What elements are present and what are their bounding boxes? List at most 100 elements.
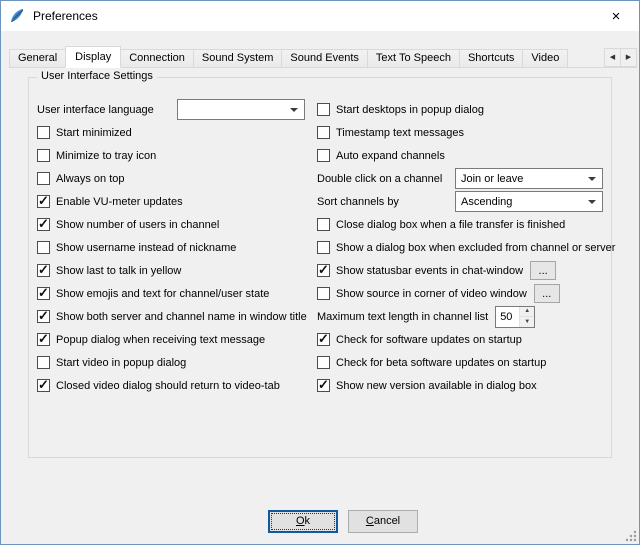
checkbox-show-new-version-dialog[interactable]: Show new version available in dialog box bbox=[317, 379, 537, 392]
checkbox-label: Auto expand channels bbox=[336, 150, 445, 162]
checkbox-box-icon bbox=[317, 264, 330, 277]
checkbox-label: Show a dialog box when excluded from cha… bbox=[336, 242, 615, 254]
checkbox-label: Check for beta software updates on start… bbox=[336, 357, 546, 369]
double-click-row: Double click on a channel Join or leave bbox=[317, 167, 603, 190]
checkbox-timestamp-text-messages[interactable]: Timestamp text messages bbox=[317, 126, 464, 139]
chevron-down-icon bbox=[290, 108, 298, 112]
checkbox-box-icon bbox=[317, 218, 330, 231]
tab-scroll-left-button[interactable]: ◀ bbox=[604, 48, 621, 67]
spinner-buttons: ▲ ▼ bbox=[519, 307, 534, 327]
checkbox-label: Enable VU-meter updates bbox=[56, 196, 183, 208]
checkbox-show-emojis-and-text[interactable]: Show emojis and text for channel/user st… bbox=[37, 287, 269, 300]
settings-columns: User interface language Start minimized … bbox=[37, 98, 603, 397]
checkbox-enable-vu-meter-updates[interactable]: Enable VU-meter updates bbox=[37, 195, 183, 208]
checkbox-box-icon bbox=[37, 287, 50, 300]
checkbox-box-icon bbox=[37, 241, 50, 254]
language-row: User interface language bbox=[37, 98, 305, 121]
app-feather-icon bbox=[9, 8, 25, 24]
checkbox-show-number-of-users[interactable]: Show number of users in channel bbox=[37, 218, 219, 231]
checkbox-show-dialog-when-excluded[interactable]: Show a dialog box when excluded from cha… bbox=[317, 241, 615, 254]
language-combobox[interactable] bbox=[177, 99, 305, 120]
double-click-combobox[interactable]: Join or leave bbox=[455, 168, 603, 189]
tab-scroll-right-button[interactable]: ▶ bbox=[620, 48, 637, 67]
checkbox-box-icon bbox=[317, 356, 330, 369]
max-text-length-row: Maximum text length in channel list 50 ▲… bbox=[317, 305, 603, 328]
chevron-down-icon bbox=[588, 177, 596, 181]
video-source-row: Show source in corner of video window ..… bbox=[317, 282, 603, 305]
tab-connection[interactable]: Connection bbox=[120, 49, 194, 68]
checkbox-label: Closed video dialog should return to vid… bbox=[56, 380, 280, 392]
checkbox-box-icon bbox=[317, 126, 330, 139]
spinner-up-button[interactable]: ▲ bbox=[519, 307, 534, 317]
checkbox-box-icon bbox=[37, 264, 50, 277]
spinner-down-button[interactable]: ▼ bbox=[519, 316, 534, 327]
checkbox-start-video-in-popup[interactable]: Start video in popup dialog bbox=[37, 356, 186, 369]
checkbox-show-last-to-talk-in-yellow[interactable]: Show last to talk in yellow bbox=[37, 264, 181, 277]
checkbox-label: Popup dialog when receiving text message bbox=[56, 334, 265, 346]
statusbar-events-row: Show statusbar events in chat-window ... bbox=[317, 259, 603, 282]
checkbox-closed-video-return-to-tab[interactable]: Closed video dialog should return to vid… bbox=[37, 379, 280, 392]
checkbox-show-statusbar-events[interactable]: Show statusbar events in chat-window bbox=[317, 264, 523, 277]
checkbox-start-minimized[interactable]: Start minimized bbox=[37, 126, 132, 139]
checkbox-box-icon bbox=[317, 379, 330, 392]
window-title: Preferences bbox=[33, 9, 98, 23]
tab-display[interactable]: Display bbox=[65, 46, 121, 68]
max-text-length-label: Maximum text length in channel list bbox=[317, 311, 488, 323]
checkbox-popup-dialog-text-message[interactable]: Popup dialog when receiving text message bbox=[37, 333, 265, 346]
tab-sound-system[interactable]: Sound System bbox=[193, 49, 283, 68]
sort-channels-combobox[interactable]: Ascending bbox=[455, 191, 603, 212]
tab-text-to-speech[interactable]: Text To Speech bbox=[367, 49, 460, 68]
checkbox-box-icon bbox=[37, 379, 50, 392]
checkbox-auto-expand-channels[interactable]: Auto expand channels bbox=[317, 149, 445, 162]
checkbox-box-icon bbox=[317, 149, 330, 162]
tab-bar: General Display Connection Sound System … bbox=[9, 46, 637, 68]
combobox-value: Join or leave bbox=[461, 173, 523, 185]
checkbox-box-icon bbox=[37, 333, 50, 346]
cancel-button[interactable]: Cancel bbox=[348, 510, 418, 533]
checkbox-label: Show emojis and text for channel/user st… bbox=[56, 288, 269, 300]
checkbox-check-beta-updates[interactable]: Check for beta software updates on start… bbox=[317, 356, 546, 369]
statusbar-events-browse-button[interactable]: ... bbox=[530, 261, 556, 280]
checkbox-box-icon bbox=[317, 333, 330, 346]
checkbox-show-source-corner-video[interactable]: Show source in corner of video window bbox=[317, 287, 527, 300]
checkbox-label: Show number of users in channel bbox=[56, 219, 219, 231]
group-title: User Interface Settings bbox=[37, 70, 157, 82]
checkbox-label: Close dialog box when a file transfer is… bbox=[336, 219, 565, 231]
checkbox-close-dialog-file-transfer[interactable]: Close dialog box when a file transfer is… bbox=[317, 218, 565, 231]
checkbox-label: Start minimized bbox=[56, 127, 132, 139]
checkbox-always-on-top[interactable]: Always on top bbox=[37, 172, 124, 185]
close-button[interactable]: × bbox=[593, 1, 639, 31]
checkbox-box-icon bbox=[37, 172, 50, 185]
checkbox-label: Always on top bbox=[56, 173, 124, 185]
checkbox-box-icon bbox=[317, 103, 330, 116]
checkbox-label: Check for software updates on startup bbox=[336, 334, 522, 346]
tab-general[interactable]: General bbox=[9, 49, 66, 68]
video-source-browse-button[interactable]: ... bbox=[534, 284, 560, 303]
chevron-down-icon bbox=[588, 200, 596, 204]
resize-grip[interactable] bbox=[624, 529, 637, 542]
checkbox-box-icon bbox=[37, 310, 50, 323]
tab-shortcuts[interactable]: Shortcuts bbox=[459, 49, 523, 68]
checkbox-box-icon bbox=[37, 126, 50, 139]
sort-channels-label: Sort channels by bbox=[317, 196, 399, 208]
arrow-up-icon: ▲ bbox=[524, 308, 530, 314]
checkbox-label: Show username instead of nickname bbox=[56, 242, 236, 254]
tab-sound-events[interactable]: Sound Events bbox=[281, 49, 368, 68]
ok-button[interactable]: Ok bbox=[268, 510, 338, 533]
checkbox-label: Timestamp text messages bbox=[336, 127, 464, 139]
checkbox-check-software-updates[interactable]: Check for software updates on startup bbox=[317, 333, 522, 346]
checkbox-show-username-instead-of-nickname[interactable]: Show username instead of nickname bbox=[37, 241, 236, 254]
max-text-length-spinner[interactable]: 50 ▲ ▼ bbox=[495, 306, 535, 328]
arrow-down-icon: ▼ bbox=[524, 319, 530, 325]
checkbox-minimize-to-tray-icon[interactable]: Minimize to tray icon bbox=[37, 149, 156, 162]
tab-scroll-control: ◀ ▶ bbox=[604, 48, 637, 67]
tab-video[interactable]: Video bbox=[522, 49, 568, 68]
checkbox-show-server-and-channel-in-title[interactable]: Show both server and channel name in win… bbox=[37, 310, 307, 323]
combobox-value: Ascending bbox=[461, 196, 512, 208]
checkbox-start-desktops-in-popup[interactable]: Start desktops in popup dialog bbox=[317, 103, 484, 116]
left-column: User interface language Start minimized … bbox=[37, 98, 305, 397]
checkbox-label: Minimize to tray icon bbox=[56, 150, 156, 162]
chevron-right-icon: ▶ bbox=[626, 54, 631, 61]
title-bar[interactable]: Preferences × bbox=[1, 1, 639, 31]
checkbox-label: Show last to talk in yellow bbox=[56, 265, 181, 277]
